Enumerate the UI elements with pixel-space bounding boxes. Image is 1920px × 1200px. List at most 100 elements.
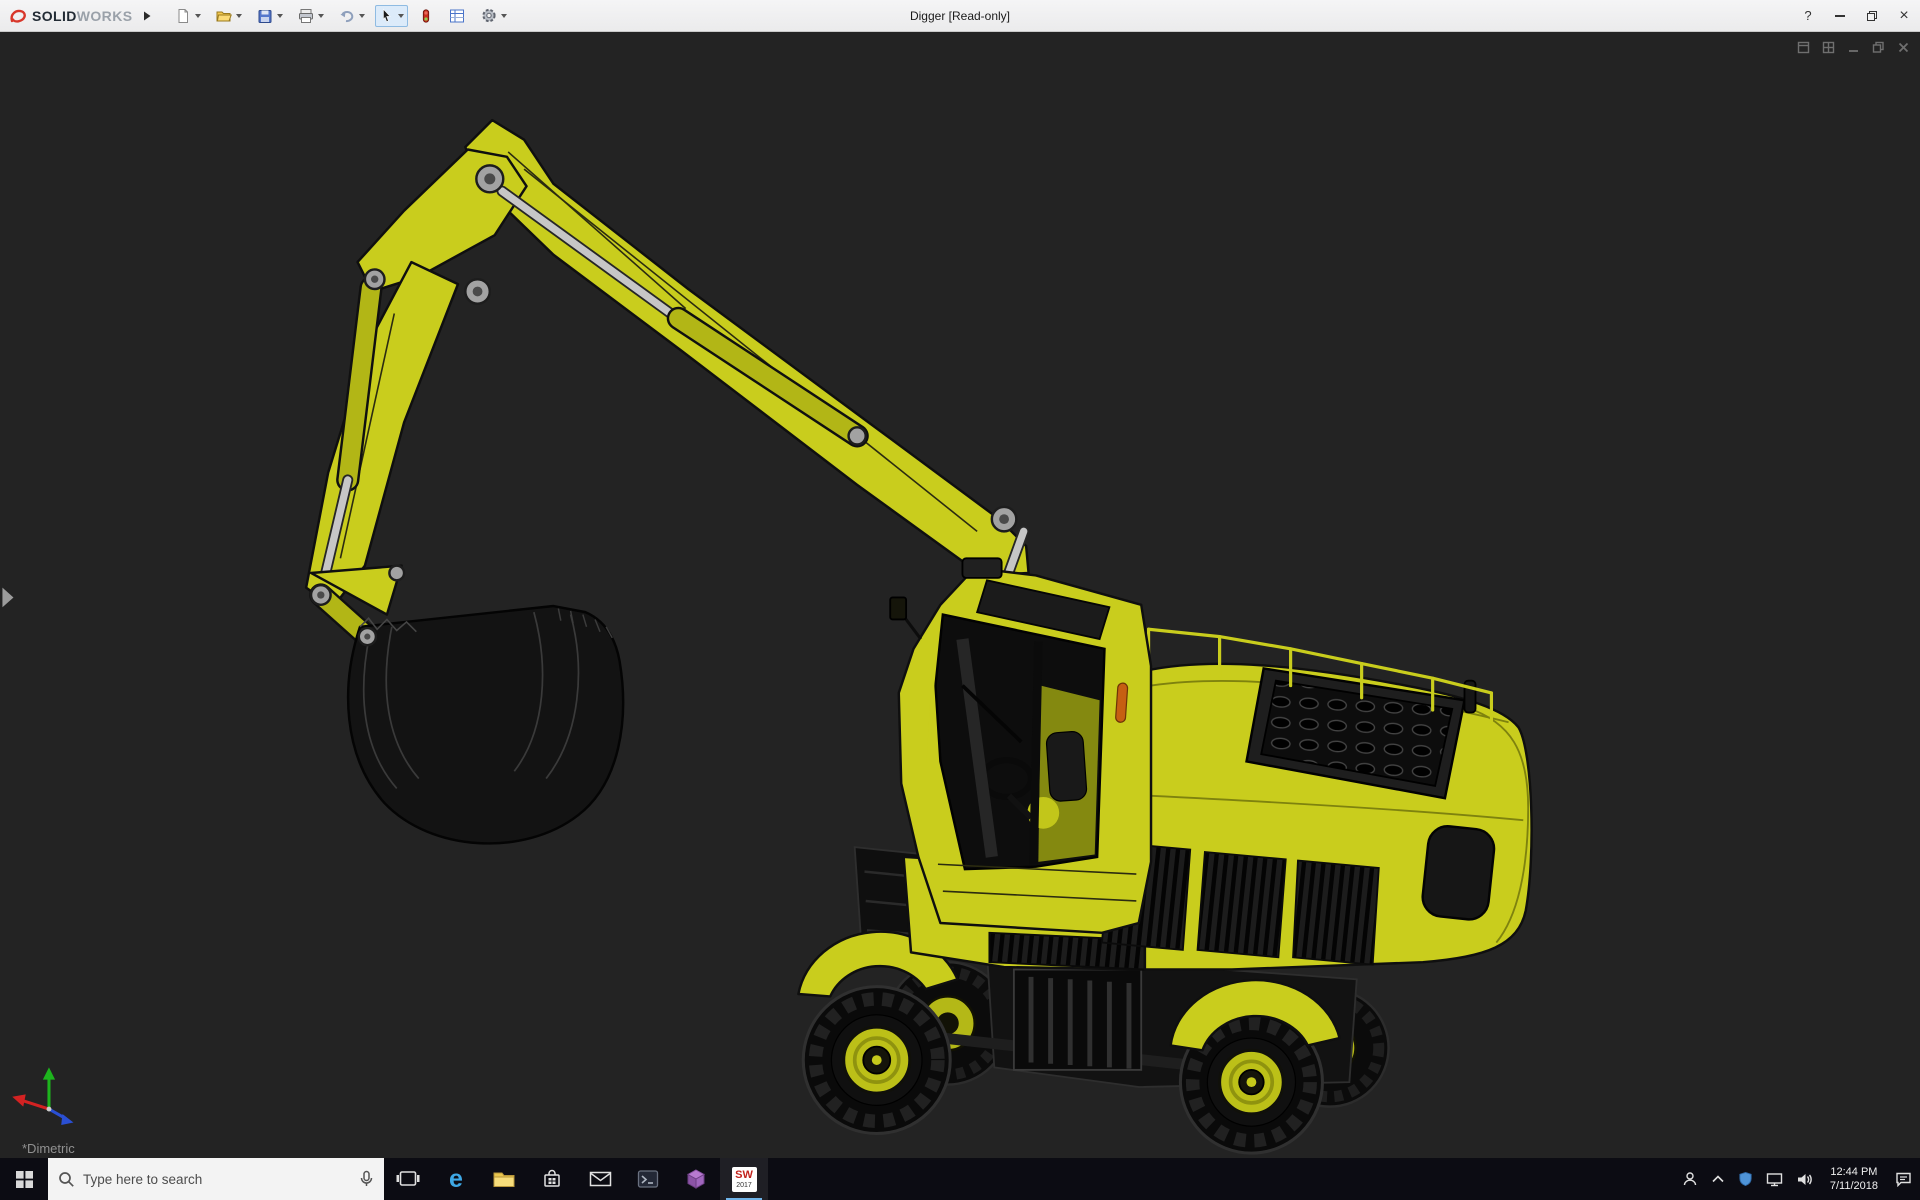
close-document-icon[interactable] [1896,40,1910,54]
minimize-button[interactable] [1824,0,1856,31]
wheel-front-near[interactable] [801,985,952,1136]
x-axis-arrow [12,1094,26,1107]
file-properties-button[interactable] [444,5,470,27]
dropdown-caret-icon[interactable] [398,13,405,18]
taskbar-search[interactable] [48,1158,384,1200]
minimize-icon [1835,14,1845,17]
file-properties-icon [450,9,465,22]
new-document-button[interactable] [170,5,205,27]
task-view-button[interactable] [384,1158,432,1200]
cube-app-icon [686,1169,706,1189]
volume-icon[interactable] [1796,1172,1813,1187]
start-button[interactable] [0,1158,48,1200]
microphone-icon[interactable] [359,1170,374,1188]
gear-icon [482,8,497,23]
dropdown-caret-icon[interactable] [277,13,284,18]
rebuild-stoplight-icon [423,8,430,23]
select-tool-button[interactable] [375,4,409,27]
action-center-icon[interactable] [1895,1171,1912,1187]
boom-assembly[interactable] [304,118,1030,625]
minimize-document-icon[interactable] [1846,40,1860,54]
network-icon[interactable] [1766,1172,1783,1187]
panel-flyout-arrow[interactable] [2,587,14,608]
quick-access-toolbar [170,4,511,27]
new-window-icon[interactable] [1796,40,1810,54]
search-icon [59,1171,74,1187]
graphics-area[interactable]: *Dimetric [0,32,1920,1158]
excavator-model[interactable] [0,32,1920,1158]
open-button[interactable] [211,5,246,27]
dropdown-caret-icon[interactable] [359,13,366,18]
orientation-triad [12,1067,74,1125]
people-icon[interactable] [1682,1171,1698,1187]
view-orientation-label: *Dimetric [22,1141,75,1156]
menu-expand-arrow[interactable] [138,5,156,27]
y-axis-arrow [42,1067,56,1080]
solidworks-logo: SOLIDWORKS [0,7,138,25]
save-button[interactable] [252,5,287,27]
orange-handle [1115,682,1129,723]
task-view-icon [396,1171,420,1186]
options-button[interactable] [476,4,511,27]
side-vent-3 [1292,859,1380,966]
document-window-controls [1796,40,1910,54]
seat [1045,731,1088,802]
tile-windows-icon[interactable] [1821,40,1835,54]
cab[interactable] [889,557,1153,935]
console-app-button[interactable] [624,1158,672,1200]
file-explorer-button[interactable] [480,1158,528,1200]
brand-text: SOLIDWORKS [32,7,133,24]
edge-icon: e [449,1164,463,1193]
search-input[interactable] [83,1171,351,1187]
edge-button[interactable]: e [432,1158,480,1200]
dropdown-caret-icon[interactable] [501,13,508,18]
b-pillar [1029,641,1043,865]
restore-icon [1867,10,1877,21]
title-bar: SOLIDWORKS Digger [Read-only] ? × [0,0,1920,32]
dropdown-caret-icon[interactable] [318,13,325,18]
restore-button[interactable] [1856,0,1888,31]
print-icon [299,8,314,23]
help-button[interactable]: ? [1792,0,1824,31]
console-app-icon [637,1170,659,1188]
close-button[interactable]: × [1888,0,1920,31]
dropdown-caret-icon[interactable] [236,13,243,18]
clock-time: 12:44 PM [1830,1165,1878,1178]
open-folder-icon [216,11,233,21]
cube-app-button[interactable] [672,1158,720,1200]
rear-quarter-window [1421,825,1496,921]
stick-cylinder-rod[interactable] [498,187,685,325]
restore-document-icon[interactable] [1871,40,1885,54]
side-vent-2 [1196,851,1287,959]
right-triangle-icon [144,11,151,20]
system-tray: 12:44 PM 7/11/2018 [1682,1158,1920,1200]
dropdown-caret-icon[interactable] [195,13,202,18]
taskbar: e [0,1158,1920,1200]
chevron-up-icon[interactable] [1711,1173,1725,1185]
undo-button[interactable] [334,5,369,27]
roof-box [961,557,1003,579]
store-icon [544,1169,560,1187]
document-title: Digger [Read-only] [909,8,1011,23]
ds-logo-icon [10,9,26,23]
z-axis-arrow [61,1113,74,1125]
windows-logo-icon [15,1170,33,1188]
bucket-assembly[interactable] [309,564,625,845]
mail-icon [589,1171,611,1187]
stick-cylinder-barrel[interactable] [669,309,867,446]
print-button[interactable] [293,5,328,27]
file-explorer-icon [493,1172,515,1187]
solidworks-taskbar-button[interactable]: SW 2017 [720,1158,768,1200]
shield-icon[interactable] [1738,1171,1753,1187]
undo-arrow-icon [340,10,354,22]
mirror [889,596,908,621]
mail-button[interactable] [576,1158,624,1200]
store-button[interactable] [528,1158,576,1200]
clock-date: 7/11/2018 [1829,1180,1878,1192]
save-floppy-icon [258,9,272,23]
window-controls: ? × [1792,0,1920,31]
cursor-select-icon [383,8,392,22]
taskbar-clock[interactable]: 12:44 PM 7/11/2018 [1826,1165,1882,1194]
new-document-icon [178,8,189,23]
rebuild-button[interactable] [414,5,438,27]
